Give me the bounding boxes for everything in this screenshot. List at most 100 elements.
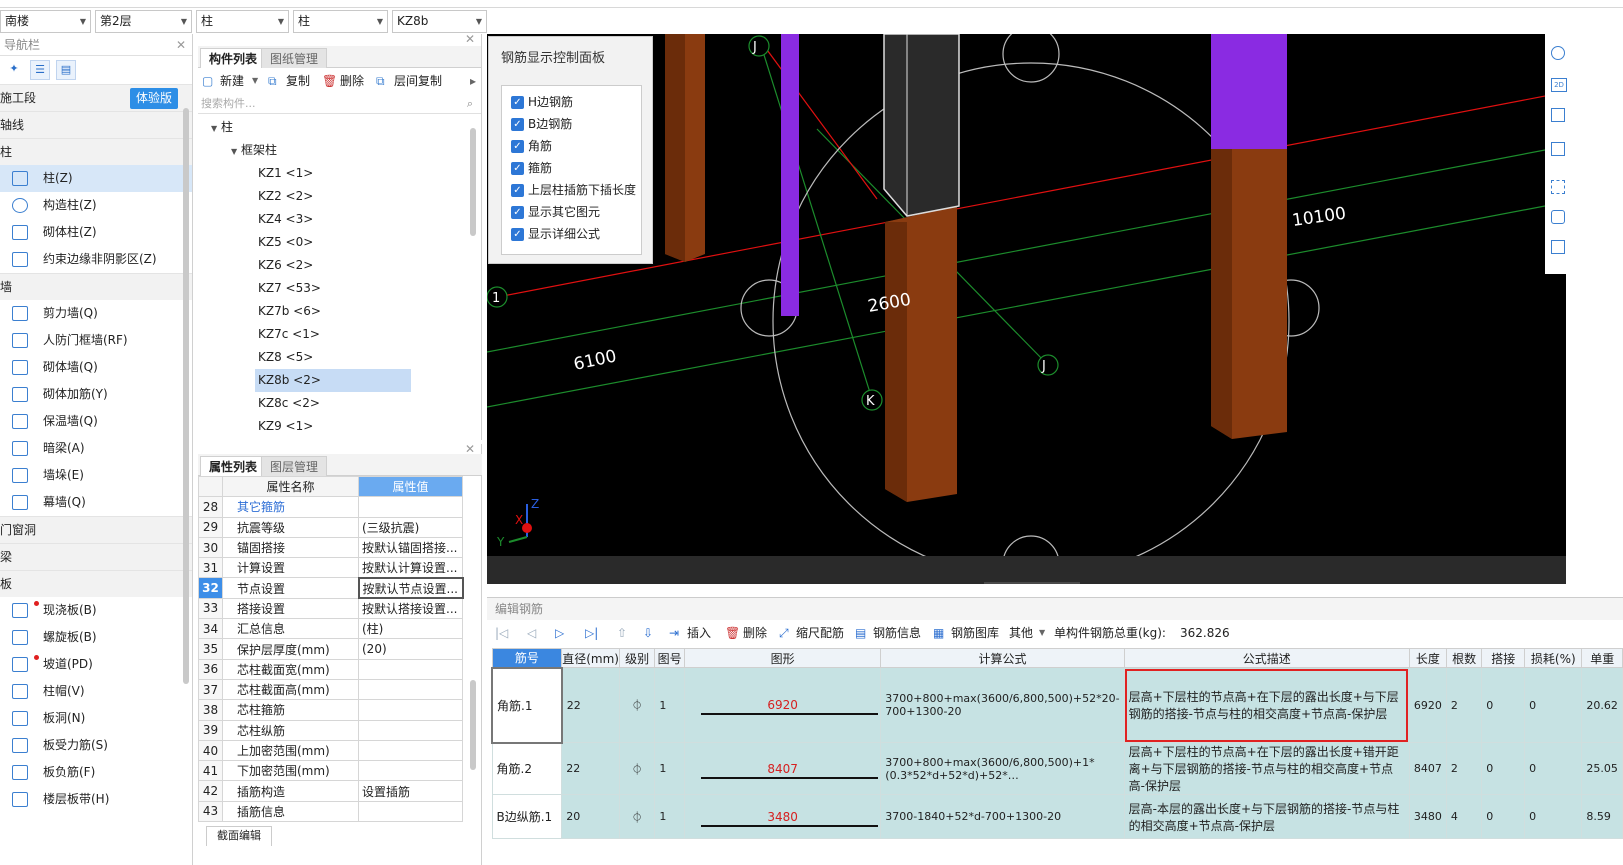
nav-item-spiral-slab[interactable]: 螺旋板(B): [0, 624, 192, 651]
nav-item-masonry-reinforcement[interactable]: 砌体加筋(Y): [0, 381, 192, 408]
rotation-handle[interactable]: [1002, 34, 1060, 83]
table-row[interactable]: 41 下加密范围(mm): [198, 760, 463, 782]
tree-item[interactable]: KZ8 <5>: [258, 346, 313, 369]
tree-item[interactable]: KZ7 <53>: [258, 277, 321, 300]
tab-section-edit[interactable]: 截面编辑: [206, 826, 272, 846]
chevron-down-icon[interactable]: ▼: [1039, 620, 1045, 646]
first-icon[interactable]: |◁: [495, 620, 508, 646]
building-select[interactable]: 南楼 ▼: [0, 10, 91, 33]
formula-description-highlight[interactable]: 层高+下层柱的节点高+在下层的露出长度+与下层钢筋的搭接-节点与柱的相交高度+节…: [1123, 667, 1410, 743]
table-row[interactable]: 36 芯柱截面宽(mm): [198, 658, 463, 680]
rebar-3d[interactable]: [781, 34, 799, 316]
component-search-input[interactable]: 搜索构件... ⌕: [198, 94, 481, 114]
3d-box-icon[interactable]: [1551, 108, 1565, 122]
tree-item-selected[interactable]: KZ8b <2>: [255, 369, 411, 392]
nav-item-civil-defense-wall[interactable]: 人防门框墙(RF): [0, 327, 192, 354]
nav-item-wall-pier[interactable]: 墙垛(E): [0, 462, 192, 489]
tree-item[interactable]: KZ9 <1>: [258, 415, 313, 438]
table-row[interactable]: 42 插筋构造 设置插筋: [198, 780, 463, 802]
nav-scrollbar[interactable]: [183, 108, 189, 684]
tree-item[interactable]: KZ7c <1>: [258, 323, 320, 346]
component-scrollbar[interactable]: [470, 128, 476, 236]
table-row[interactable]: 35 保护层厚度(mm) (20): [198, 638, 463, 660]
tab-property-list[interactable]: 属性列表: [200, 456, 267, 476]
nav-item-curtain-wall[interactable]: 幕墙(Q): [0, 489, 192, 516]
nav-group-beam[interactable]: 梁: [0, 543, 192, 570]
move-down-icon[interactable]: ⇩: [643, 620, 653, 646]
close-icon[interactable]: ✕: [465, 32, 475, 46]
checkbox-dowel-length[interactable]: 上层柱插筋下插长度: [511, 179, 636, 201]
cube-icon[interactable]: [1551, 142, 1565, 156]
rebar-3d[interactable]: [1211, 34, 1287, 149]
nav-item-slab-main-rebar[interactable]: 板受力筋(S): [0, 732, 192, 759]
table-row[interactable]: 33 搭接设置 按默认搭接设置...: [198, 597, 463, 620]
nav-group-axis[interactable]: 轴线: [0, 111, 192, 138]
table-row[interactable]: 30 锚固搭接 按默认锚固搭接...: [198, 536, 463, 559]
floor-copy-button[interactable]: 层间复制: [394, 68, 442, 94]
tree-item[interactable]: KZ2 <2>: [258, 185, 313, 208]
detail-view-icon[interactable]: ▤: [56, 60, 76, 80]
display-settings-icon[interactable]: [1551, 240, 1565, 254]
insert-button[interactable]: 插入: [687, 620, 711, 646]
table-row[interactable]: 28 其它箍筋: [198, 496, 463, 518]
property-scrollbar[interactable]: [470, 680, 476, 770]
nav-item-construction-column[interactable]: 构造柱(Z): [0, 192, 192, 219]
checkbox-other-elements[interactable]: 显示其它图元: [511, 201, 600, 223]
tree-item[interactable]: KZ7b <6>: [258, 300, 321, 323]
checkbox-b-rebar[interactable]: B边钢筋: [511, 113, 572, 135]
nav-item-hidden-beam[interactable]: 暗梁(A): [0, 435, 192, 462]
new-button[interactable]: 新建: [220, 68, 244, 94]
table-row[interactable]: B边纵筋.1 20 ⏀ 1 3480 3700-1840+52*d-700+13…: [491, 794, 1623, 839]
next-icon[interactable]: ▷: [555, 620, 564, 646]
nav-item-column[interactable]: 柱(Z): [0, 165, 192, 192]
nav-group-slab[interactable]: 板: [0, 570, 192, 597]
table-row[interactable]: 34 汇总信息 (柱): [198, 618, 463, 640]
checkbox-stirrup[interactable]: 箍筋: [511, 157, 552, 179]
rebar-shape[interactable]: 3480: [684, 794, 882, 839]
nav-item-slab-hole[interactable]: 板洞(N): [0, 705, 192, 732]
table-row[interactable]: 40 上加密范围(mm): [198, 739, 463, 762]
tree-frame-column[interactable]: ▼ 框架柱: [231, 139, 277, 162]
table-row[interactable]: 角筋.1 22 ⏀ 1 6920 3700+800+max(3600/6,800…: [491, 666, 1623, 744]
checkbox-detailed-formula[interactable]: 显示详细公式: [511, 223, 600, 245]
nav-item-masonry-wall[interactable]: 砌体墙(Q): [0, 354, 192, 381]
table-row[interactable]: 38 芯柱箍筋: [198, 699, 463, 721]
tree-root[interactable]: ▼ 柱: [211, 116, 233, 139]
2d-view-icon[interactable]: 2D: [1551, 78, 1567, 92]
layer-icon[interactable]: [1551, 210, 1565, 224]
tab-drawing-management[interactable]: 图纸管理: [261, 48, 328, 68]
close-icon[interactable]: ✕: [176, 34, 186, 56]
more-icon[interactable]: ▸: [470, 68, 476, 94]
subtype-select[interactable]: 柱 ▼: [293, 10, 388, 33]
tree-item[interactable]: KZ8c <2>: [258, 392, 320, 415]
chevron-down-icon[interactable]: ▼: [252, 68, 258, 94]
nav-item-cast-slab[interactable]: 现浇板(B): [0, 597, 192, 624]
rebar-cage[interactable]: [883, 34, 960, 217]
tree-item[interactable]: KZ5 <0>: [258, 231, 313, 254]
rebar-shape[interactable]: 8407: [684, 742, 882, 795]
nav-item-ramp[interactable]: 坡道(PD): [0, 651, 192, 678]
select-box-icon[interactable]: [1551, 180, 1565, 194]
nav-item-shear-wall[interactable]: 剪力墙(Q): [0, 300, 192, 327]
checkbox-corner-rebar[interactable]: 角筋: [511, 135, 552, 157]
rebar-shape[interactable]: 6920: [684, 667, 882, 743]
prev-icon[interactable]: ◁: [527, 620, 536, 646]
tab-component-list[interactable]: 构件列表: [200, 48, 267, 68]
list-view-icon[interactable]: ☰: [30, 60, 50, 80]
copy-button[interactable]: 复制: [286, 68, 310, 94]
other-menu[interactable]: 其他: [1009, 620, 1033, 646]
orbit-icon[interactable]: [1551, 46, 1565, 60]
table-row[interactable]: 角筋.2 22 ⏀ 1 8407 3700+800+max(3600/6,800…: [491, 742, 1623, 795]
move-up-icon[interactable]: ⇧: [617, 620, 627, 646]
nav-group-stage[interactable]: 施工段 体验版: [0, 84, 192, 111]
pin-icon[interactable]: ✦: [4, 60, 24, 80]
table-row[interactable]: 39 芯柱纵筋: [198, 719, 463, 741]
last-icon[interactable]: ▷|: [585, 620, 598, 646]
table-row[interactable]: 43 插筋信息: [198, 800, 463, 823]
scale-rebar-button[interactable]: 缩尺配筋: [796, 620, 844, 646]
nav-item-masonry-column[interactable]: 砌体柱(Z): [0, 219, 192, 246]
component-select[interactable]: KZ8b ▼: [392, 10, 487, 33]
tree-item[interactable]: KZ4 <3>: [258, 208, 313, 231]
nav-item-column-cap[interactable]: 柱帽(V): [0, 678, 192, 705]
tree-item[interactable]: KZ6 <2>: [258, 254, 313, 277]
